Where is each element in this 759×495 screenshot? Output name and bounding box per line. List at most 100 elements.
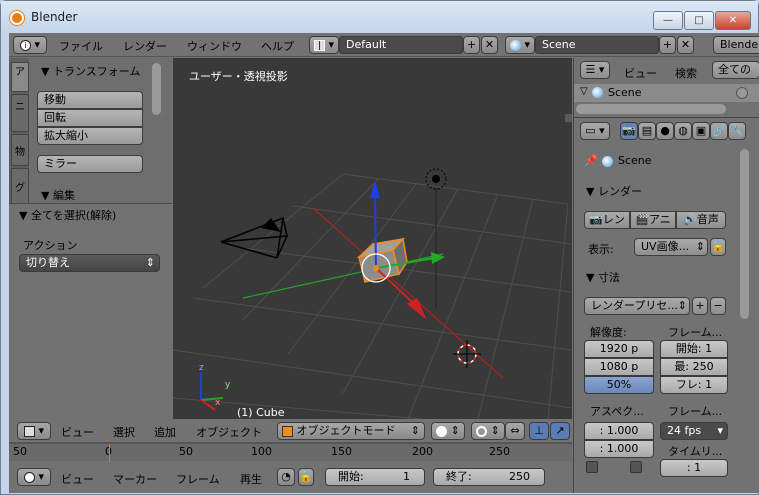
layout-name-field[interactable]: Default (339, 36, 463, 54)
scene-name-field[interactable]: Scene (535, 36, 659, 54)
shading-select[interactable]: ⇕ (431, 422, 465, 440)
layer-toggle-icon[interactable]: ⇔ (505, 422, 525, 440)
transform-panel-title[interactable]: ▼ トランスフォーム (41, 63, 140, 79)
menu-window[interactable]: ウィンドウ (187, 38, 242, 54)
remove-preset-icon[interactable]: − (710, 297, 726, 315)
render-still-button[interactable]: 📷レン (584, 211, 630, 229)
outliner-toggle-icon[interactable] (736, 87, 748, 99)
mode-select[interactable]: オブジェクトモード ⇕ (277, 422, 425, 440)
properties-scrollbar[interactable] (740, 149, 749, 319)
scene-browse-button[interactable]: ▾ (505, 36, 535, 54)
preview-range-icon[interactable]: ◔ (277, 468, 295, 486)
scene-icon (509, 39, 521, 51)
render-audio-button[interactable]: 🔊音声 (676, 211, 726, 229)
outliner-row-scene[interactable]: ▽ Scene (574, 84, 759, 102)
lock-icon[interactable]: 🔒 (298, 468, 314, 486)
pin-icon[interactable]: 📌 (584, 154, 598, 167)
tab-tools[interactable]: ア (11, 62, 29, 92)
resolution-percentage-slider[interactable]: 50% (584, 376, 654, 394)
editor-type-properties-button[interactable]: ▭ ▾ (580, 122, 610, 140)
menu-add[interactable]: 追加 (154, 424, 176, 440)
editor-type-outliner-button[interactable]: ☰ ▾ (580, 61, 610, 79)
constraints-tab-icon[interactable]: 🔗 (710, 122, 728, 140)
close-button[interactable]: ✕ (715, 11, 751, 30)
world-tab-icon[interactable]: ◍ (674, 122, 692, 140)
edit-panel-title[interactable]: ▼ 編集 (41, 187, 75, 203)
menu-playback[interactable]: 再生 (240, 471, 262, 487)
action-select[interactable]: 切り替え ⇕ (19, 254, 160, 272)
rotate-button[interactable]: 回転 (37, 109, 143, 127)
scale-button[interactable]: 拡大縮小 (37, 127, 143, 145)
menu-help[interactable]: ヘルプ (261, 38, 294, 54)
render-engine-select[interactable]: Blende (713, 36, 759, 54)
render-animation-button[interactable]: 🎬アニ (630, 211, 676, 229)
frame-start-field[interactable]: 開始: 1 (660, 340, 728, 358)
crop-checkbox[interactable] (630, 461, 642, 473)
pivot-select[interactable]: ⇕ (471, 422, 505, 440)
current-frame-indicator[interactable] (109, 444, 110, 462)
end-frame-field[interactable]: 終了: 250 (433, 468, 545, 486)
menu-outliner-view[interactable]: ビュー (624, 65, 657, 81)
3d-cursor-icon[interactable] (453, 340, 481, 368)
tab-physics[interactable]: 物 (11, 134, 29, 166)
delete-layout-icon[interactable]: ✕ (481, 36, 498, 54)
translate-manipulator-icon[interactable]: ↗ (550, 422, 570, 440)
frame-step-field[interactable]: フレ: 1 (660, 376, 728, 394)
add-scene-icon[interactable]: + (659, 36, 676, 54)
time-remap-old-field[interactable]: : 1 (660, 459, 728, 477)
tool-shelf-scrollbar[interactable] (152, 63, 161, 115)
frame-end-field[interactable]: 最: 250 (660, 358, 728, 376)
start-frame-field[interactable]: 開始: 1 (325, 468, 425, 486)
frame-rate-select[interactable]: 24 fps ▾ (660, 422, 728, 440)
mirror-button[interactable]: ミラー (37, 155, 143, 173)
editor-type-3d-button[interactable]: ▾ (17, 422, 51, 440)
menu-timeline-view[interactable]: ビュー (61, 471, 94, 487)
sidebar-toggle-icon[interactable] (565, 114, 572, 122)
render-preset-select[interactable]: レンダープリセ... ⇕ (584, 297, 690, 315)
menu-view[interactable]: ビュー (61, 424, 94, 440)
menu-marker[interactable]: マーカー (113, 471, 157, 487)
modifiers-tab-icon[interactable]: 🔧 (728, 122, 746, 140)
menu-render[interactable]: レンダー (123, 38, 167, 54)
timeline-ruler[interactable]: 50 0 50 100 150 200 250 (9, 443, 572, 462)
solid-shading-icon (436, 425, 448, 437)
display-select[interactable]: UV画像... ⇕ (634, 238, 708, 256)
object-tab-icon[interactable]: ▣ (692, 122, 710, 140)
resolution-y-field[interactable]: 1080 p (584, 358, 654, 376)
add-preset-icon[interactable]: + (692, 297, 708, 315)
resolution-x-field[interactable]: 1920 p (584, 340, 654, 358)
lock-interface-icon[interactable]: 🔓 (710, 238, 726, 256)
manipulator-toggle-icon[interactable]: ⊥ (529, 422, 549, 440)
menu-file[interactable]: ファイル (59, 38, 103, 54)
maximize-button[interactable]: □ (684, 11, 714, 30)
menu-object[interactable]: オブジェクト (196, 424, 262, 440)
editor-type-button[interactable]: i ▾ (13, 36, 47, 54)
dimensions-panel-title[interactable]: ▼ 寸法 (586, 269, 620, 285)
add-layout-icon[interactable]: + (463, 36, 480, 54)
operator-title[interactable]: ▼ 全てを選択(解除) (19, 207, 116, 223)
tab-animation[interactable]: ニ (11, 94, 29, 132)
expand-icon[interactable]: ▽ (580, 86, 588, 97)
tab-grease-pencil[interactable]: グ (11, 168, 29, 206)
render-layers-tab-icon[interactable]: ▤ (638, 122, 656, 140)
border-checkbox[interactable] (586, 461, 598, 473)
translate-button[interactable]: 移動 (37, 91, 143, 109)
aspect-x-field[interactable]: : 1.000 (584, 422, 654, 440)
render-tab-icon[interactable]: 📷 (620, 122, 638, 140)
minimize-button[interactable]: — (653, 11, 683, 30)
scene-tab-icon[interactable]: ● (656, 122, 674, 140)
aspect-y-field[interactable]: : 1.000 (584, 440, 654, 458)
layout-browse-button[interactable]: ▾ (309, 36, 339, 54)
render-panel-title[interactable]: ▼ レンダー (586, 183, 642, 199)
menu-search[interactable]: 検索 (675, 65, 697, 81)
camera-object[interactable] (220, 216, 288, 259)
menu-select[interactable]: 選択 (113, 424, 135, 440)
pivot-icon (476, 425, 488, 437)
outliner-scrollbar[interactable] (576, 104, 726, 114)
editor-type-timeline-button[interactable]: ▾ (17, 468, 51, 486)
delete-scene-icon[interactable]: ✕ (677, 36, 694, 54)
outliner-filter-select[interactable]: 全ての (712, 61, 759, 79)
3d-viewport[interactable]: ユーザー・透視投影 z y x (1) Cube (173, 58, 572, 419)
lamp-object[interactable] (425, 168, 447, 308)
menu-frame[interactable]: フレーム (176, 471, 220, 487)
